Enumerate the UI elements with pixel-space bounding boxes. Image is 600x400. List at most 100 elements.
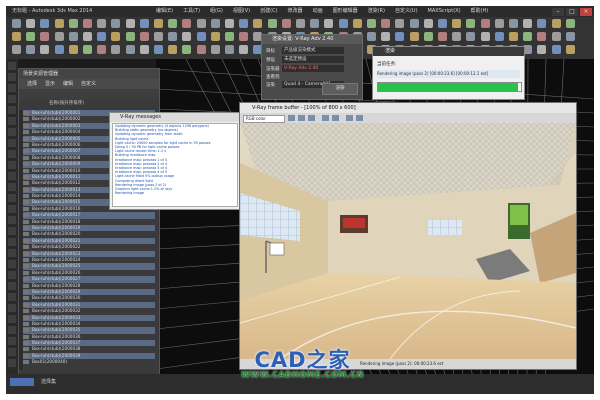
side-tool-icon[interactable]	[8, 62, 16, 70]
toolbar-tool-icon[interactable]	[267, 19, 277, 28]
side-tool-icon[interactable]	[8, 249, 16, 257]
toolbar-tool-icon[interactable]	[352, 19, 362, 28]
toolbar-tool-icon[interactable]	[168, 45, 178, 54]
toolbar-tool-icon[interactable]	[310, 19, 320, 28]
toolbar-tool-icon[interactable]	[494, 32, 504, 41]
side-tool-icon[interactable]	[8, 326, 16, 334]
toolbar-tool-icon[interactable]	[182, 32, 192, 41]
region-render-icon[interactable]	[346, 115, 353, 121]
toolbar-tool-icon[interactable]	[565, 45, 575, 54]
toolbar-tool-icon[interactable]	[26, 19, 36, 28]
toolbar-tool-icon[interactable]	[480, 32, 490, 41]
side-tool-icon[interactable]	[8, 117, 16, 125]
maximize-icon[interactable]: □	[566, 8, 578, 16]
toolbar-tool-icon[interactable]	[565, 32, 575, 41]
menu-item[interactable]: 自定义(U)	[395, 8, 418, 14]
toolbar-tool-icon[interactable]	[139, 19, 149, 28]
clear-image-icon[interactable]	[332, 115, 339, 121]
toolbar-tool-icon[interactable]	[154, 45, 163, 54]
maxscript-listener-button[interactable]	[10, 378, 34, 386]
side-tool-icon[interactable]	[8, 359, 16, 367]
toolbar-tool-icon[interactable]	[40, 19, 50, 28]
toolbar-tool-icon[interactable]	[139, 32, 149, 41]
toolbar-tool-icon[interactable]	[139, 45, 149, 54]
toolbar-tool-icon[interactable]	[324, 19, 334, 28]
side-tool-icon[interactable]	[8, 183, 16, 191]
menu-item[interactable]: 图形编辑器	[333, 8, 358, 14]
render-setup-value[interactable]: 未选定预设	[282, 56, 344, 63]
toolbar-tool-icon[interactable]	[125, 32, 135, 41]
toolbar-tool-icon[interactable]	[68, 19, 78, 28]
side-tool-icon[interactable]	[8, 271, 16, 279]
toolbar-tool-icon[interactable]	[409, 32, 419, 41]
toolbar-tool-icon[interactable]	[409, 19, 419, 28]
toolbar-tool-icon[interactable]	[196, 19, 206, 28]
minimize-icon[interactable]: –	[552, 8, 564, 16]
toolbar-tool-icon[interactable]	[12, 45, 21, 54]
toolbar-tool-icon[interactable]	[551, 19, 561, 28]
scene-explorer-tab[interactable]: 编辑	[63, 81, 73, 87]
side-tool-icon[interactable]	[8, 260, 16, 268]
toolbar-tool-icon[interactable]	[509, 32, 518, 41]
red-channel-icon[interactable]	[288, 115, 295, 121]
side-tool-icon[interactable]	[8, 293, 16, 301]
column-header-name[interactable]: 名称(按升序排序)	[19, 99, 159, 108]
menu-item[interactable]: 工具(T)	[183, 8, 200, 14]
toolbar-tool-icon[interactable]	[438, 19, 447, 28]
side-tool-icon[interactable]	[8, 205, 16, 213]
toolbar-tool-icon[interactable]	[54, 32, 64, 41]
toolbar-tool-icon[interactable]	[54, 45, 64, 54]
toolbar-tool-icon[interactable]	[438, 32, 447, 41]
menu-item[interactable]: 编辑(E)	[156, 8, 173, 14]
toolbar-tool-icon[interactable]	[537, 32, 547, 41]
toolbar-tool-icon[interactable]	[296, 19, 305, 28]
side-tool-icon[interactable]	[8, 150, 16, 158]
toolbar-tool-icon[interactable]	[97, 32, 107, 41]
side-tool-icon[interactable]	[8, 337, 16, 345]
toolbar-tool-icon[interactable]	[125, 19, 135, 28]
toolbar-tool-icon[interactable]	[196, 32, 206, 41]
menu-item[interactable]: 视图(V)	[233, 8, 250, 14]
render-button[interactable]: 渲染	[322, 83, 358, 95]
render-setup-value[interactable]: 产品级渲染模式	[282, 47, 344, 54]
blue-channel-icon[interactable]	[308, 115, 315, 121]
side-tool-icon[interactable]	[8, 194, 16, 202]
toolbar-tool-icon[interactable]	[168, 19, 178, 28]
toolbar-tool-icon[interactable]	[168, 32, 178, 41]
side-tool-icon[interactable]	[8, 161, 16, 169]
toolbar-tool-icon[interactable]	[480, 19, 490, 28]
toolbar-tool-icon[interactable]	[111, 32, 121, 41]
toolbar-tool-icon[interactable]	[551, 45, 561, 54]
toolbar-tool-icon[interactable]	[125, 45, 135, 54]
toolbar-tool-icon[interactable]	[54, 19, 64, 28]
toolbar-tool-icon[interactable]	[423, 19, 433, 28]
toolbar-tool-icon[interactable]	[111, 19, 121, 28]
toolbar-tool-icon[interactable]	[338, 19, 348, 28]
toolbar-tool-icon[interactable]	[239, 45, 249, 54]
toolbar-tool-icon[interactable]	[367, 19, 376, 28]
toolbar-tool-icon[interactable]	[210, 45, 220, 54]
scene-explorer-tab[interactable]: 选择	[27, 81, 37, 87]
toolbar-tool-icon[interactable]	[40, 32, 50, 41]
toolbar-tool-icon[interactable]	[494, 19, 504, 28]
side-tool-icon[interactable]	[8, 84, 16, 92]
toolbar-tool-icon[interactable]	[225, 45, 234, 54]
toolbar-tool-icon[interactable]	[423, 32, 433, 41]
side-tool-icon[interactable]	[8, 216, 16, 224]
side-tool-icon[interactable]	[8, 282, 16, 290]
menu-item[interactable]: MAXScript(X)	[428, 8, 461, 14]
side-tool-icon[interactable]	[8, 128, 16, 136]
side-tool-icon[interactable]	[8, 227, 16, 235]
toolbar-tool-icon[interactable]	[466, 19, 476, 28]
toolbar-tool-icon[interactable]	[523, 19, 533, 28]
menu-item[interactable]: 渲染(R)	[368, 8, 385, 14]
side-tool-icon[interactable]	[8, 238, 16, 246]
menu-item[interactable]: 帮助(H)	[471, 8, 489, 14]
menu-item[interactable]: 动画	[313, 8, 323, 14]
toolbar-tool-icon[interactable]	[196, 45, 206, 54]
toolbar-tool-icon[interactable]	[395, 32, 405, 41]
side-tool-icon[interactable]	[8, 73, 16, 81]
toolbar-tool-icon[interactable]	[509, 19, 518, 28]
menu-item[interactable]: 修改器	[288, 8, 303, 14]
toolbar-tool-icon[interactable]	[210, 19, 220, 28]
